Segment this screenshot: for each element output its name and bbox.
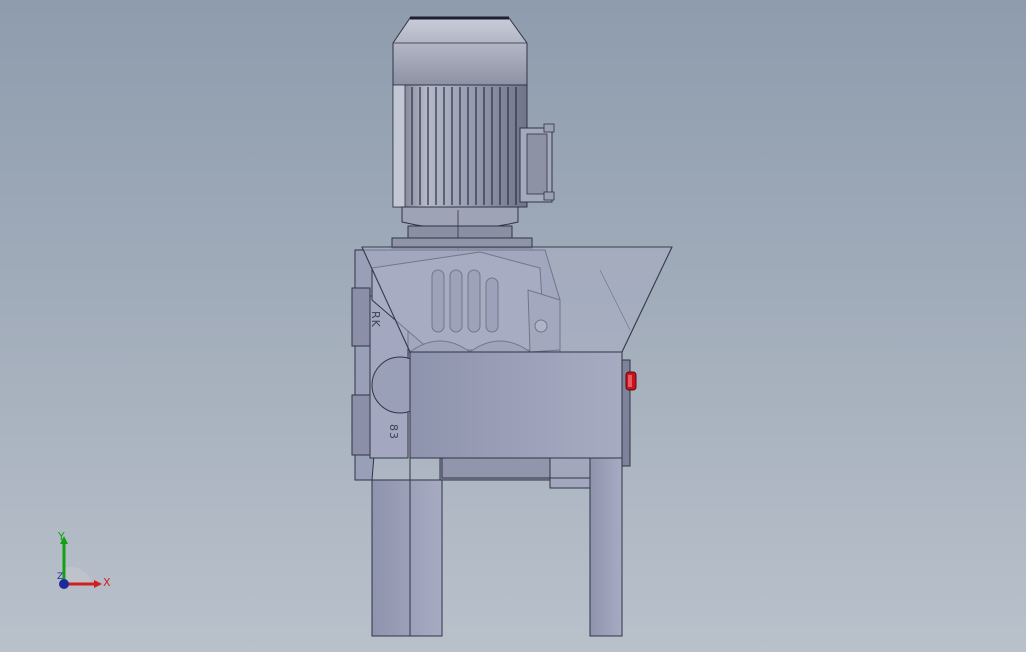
- housing-brand-marking: RK: [369, 311, 382, 328]
- reference-triad: X Y Z: [40, 528, 120, 608]
- cad-graphics-area[interactable]: RK 83 X Y Z: [0, 0, 1026, 652]
- triad-axes-graphic: [59, 536, 102, 589]
- terminal-box[interactable]: [519, 123, 555, 203]
- feed-hopper[interactable]: [361, 246, 673, 353]
- stop-button[interactable]: [625, 371, 637, 391]
- triad-x-label: X: [103, 576, 111, 589]
- shaft-end-cap: [549, 457, 591, 489]
- housing-size-marking: 83: [387, 424, 400, 440]
- shredder-assembly-model[interactable]: [0, 0, 1026, 652]
- motor-fan-cover[interactable]: [392, 16, 528, 86]
- triad-y-label: Y: [58, 530, 65, 543]
- motor-cooling-fins: [392, 84, 528, 250]
- triad-z-label: Z: [57, 572, 64, 582]
